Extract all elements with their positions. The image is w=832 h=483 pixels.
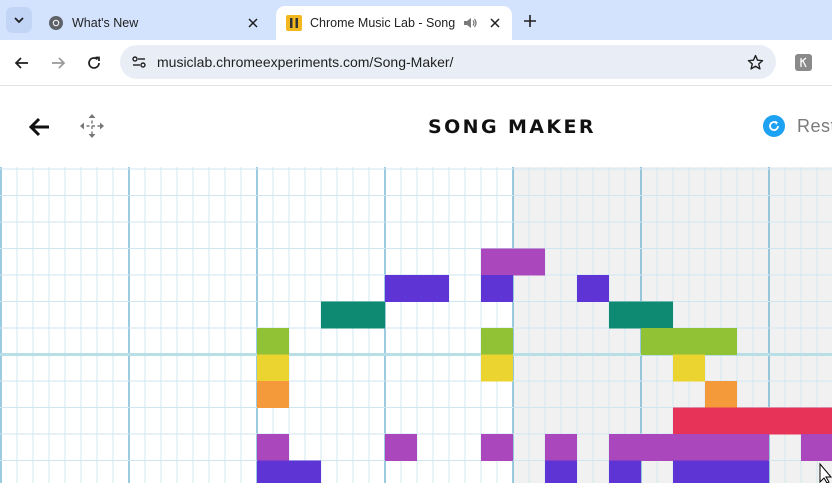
note-lime[interactable] [481, 328, 513, 355]
page-title: SONG MAKER [428, 116, 596, 138]
note-indigo[interactable] [481, 275, 513, 302]
new-tab-button[interactable] [518, 10, 542, 32]
note-purple[interactable] [481, 248, 545, 276]
forward-button[interactable] [46, 51, 70, 75]
music-lab-icon [286, 15, 302, 31]
tab-strip: What's New Chrome Music Lab - Song Maker [0, 0, 832, 40]
site-settings-icon[interactable] [130, 53, 148, 71]
reload-button[interactable] [82, 51, 106, 75]
note-grid[interactable] [0, 167, 832, 483]
note-purple[interactable] [545, 434, 577, 461]
note-yellow[interactable] [257, 354, 289, 382]
chevron-down-icon [14, 17, 24, 24]
note-yellow[interactable] [673, 354, 705, 382]
note-indigo[interactable] [609, 460, 641, 483]
chrome-icon [48, 15, 64, 31]
arrow-left-icon [14, 57, 28, 69]
extension-icon[interactable] [795, 54, 812, 71]
note-indigo[interactable] [577, 275, 609, 302]
arrow-right-icon [52, 57, 66, 69]
tab-search-button[interactable] [6, 7, 32, 33]
note-orange[interactable] [257, 381, 289, 408]
note-indigo[interactable] [257, 460, 321, 483]
note-teal[interactable] [609, 301, 673, 329]
note-purple[interactable] [481, 434, 513, 461]
note-purple[interactable] [385, 434, 417, 461]
tab-title: What's New [72, 16, 139, 30]
reload-icon [88, 56, 100, 69]
song-maker-header: SONG MAKER Restart [0, 87, 832, 167]
close-icon[interactable] [244, 14, 262, 32]
note-red[interactable] [673, 407, 832, 435]
close-icon[interactable] [486, 14, 504, 32]
note-indigo[interactable] [673, 460, 769, 483]
restart-button[interactable]: Restart [763, 115, 832, 137]
tab-whats-new[interactable]: What's New [40, 6, 270, 40]
note-yellow[interactable] [481, 354, 513, 382]
note-orange[interactable] [705, 381, 737, 408]
note-purple[interactable] [257, 434, 289, 461]
note-lime[interactable] [641, 328, 737, 355]
note-indigo[interactable] [545, 460, 577, 483]
note-indigo[interactable] [385, 275, 449, 302]
tab-song-maker[interactable]: Chrome Music Lab - Song Maker [276, 6, 512, 40]
note-purple[interactable] [801, 434, 832, 461]
back-button[interactable] [10, 51, 34, 75]
note-grid-canvas[interactable] [0, 167, 832, 483]
plus-icon [524, 15, 536, 27]
restart-label: Restart [797, 115, 832, 136]
note-lime[interactable] [257, 328, 289, 355]
address-bar[interactable]: musiclab.chromeexperiments.com/Song-Make… [120, 45, 776, 79]
restart-icon [763, 115, 785, 137]
tab-title: Chrome Music Lab - Song Maker [310, 16, 456, 30]
speaker-icon[interactable] [462, 15, 478, 31]
note-purple[interactable] [609, 434, 769, 461]
browser-toolbar: musiclab.chromeexperiments.com/Song-Make… [0, 40, 832, 86]
bookmark-star-icon[interactable] [746, 53, 764, 71]
note-teal[interactable] [321, 301, 385, 329]
url-text: musiclab.chromeexperiments.com/Song-Make… [157, 54, 454, 70]
